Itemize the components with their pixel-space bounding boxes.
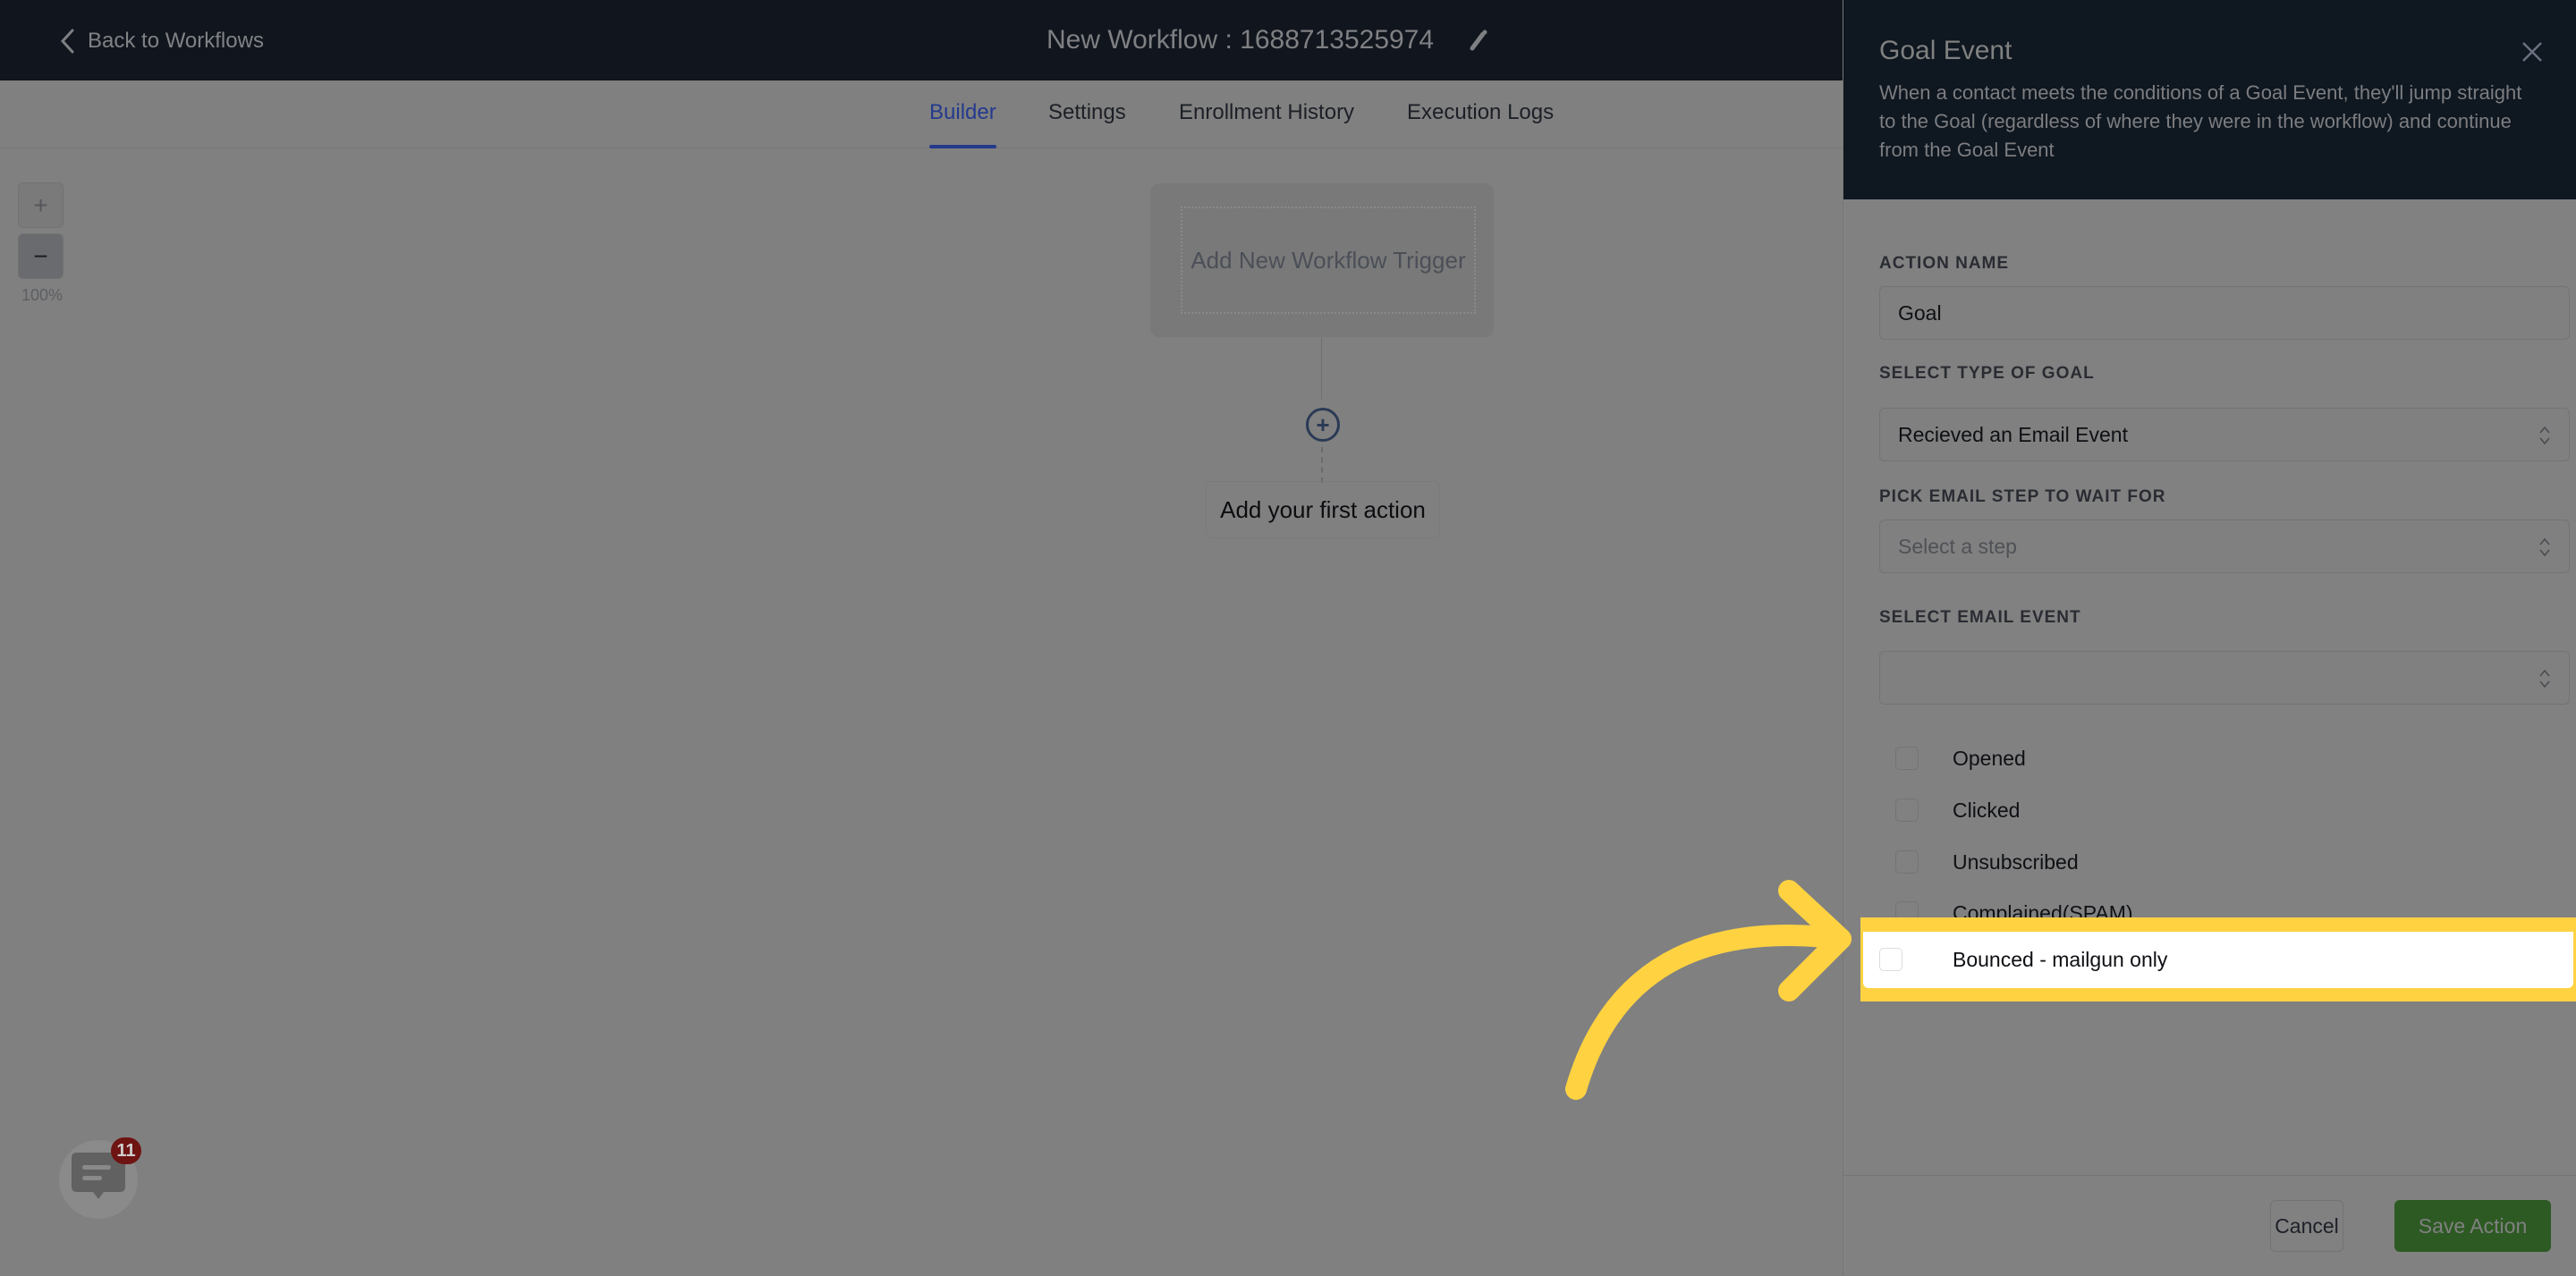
action-name-input[interactable]: Goal [1879, 286, 2570, 340]
chevron-updown-icon [2539, 669, 2550, 689]
cancel-button[interactable]: Cancel [2270, 1200, 2343, 1252]
panel-description: When a contact meets the conditions of a… [1879, 81, 2522, 161]
workflow-title: New Workflow : 1688713525974 [1046, 25, 1435, 55]
chevron-updown-icon [2539, 537, 2550, 557]
checkbox[interactable] [1895, 747, 1919, 770]
connector-line [1321, 337, 1322, 400]
notification-badge: 11 [111, 1137, 141, 1164]
tab-bar: Builder Settings Enrollment History Exec… [0, 80, 1843, 148]
tab-settings[interactable]: Settings [1048, 100, 1126, 145]
email-event-label: SELECT EMAIL EVENT [1879, 608, 2081, 627]
tab-enrollment-history[interactable]: Enrollment History [1179, 100, 1354, 145]
panel-title: Goal Event [1879, 36, 2012, 65]
goal-type-label: SELECT TYPE OF GOAL [1879, 364, 2095, 383]
panel-footer-divider [1843, 1175, 2576, 1176]
option-unsubscribed[interactable]: Unsubscribed [1879, 836, 2570, 888]
back-label: Back to Workflows [88, 29, 264, 53]
chevron-updown-icon [2539, 426, 2550, 445]
checkbox[interactable] [1895, 850, 1919, 874]
panel-header: Goal Event When a contact meets the cond… [1843, 0, 2576, 199]
zoom-in-button[interactable]: + [18, 182, 64, 228]
zoom-out-button[interactable]: − [18, 233, 64, 279]
add-trigger-button[interactable]: Add New Workflow Trigger [1181, 207, 1476, 314]
edit-title-button[interactable] [1467, 27, 1490, 56]
annotation-arrow-icon [1565, 880, 1852, 1100]
back-to-workflows-link[interactable]: Back to Workflows [59, 23, 264, 59]
option-label: Unsubscribed [1953, 849, 2079, 874]
email-step-label: PICK EMAIL STEP TO WAIT FOR [1879, 487, 2166, 506]
checkbox[interactable] [1879, 948, 1902, 971]
option-label: Opened [1953, 746, 2026, 770]
dashed-connector [1321, 447, 1323, 483]
goal-type-select[interactable]: Recieved an Email Event [1879, 408, 2570, 461]
action-name-value: Goal [1898, 300, 1942, 325]
close-panel-button[interactable] [2521, 41, 2543, 67]
close-icon [2522, 42, 2542, 62]
pencil-icon [1470, 30, 1487, 51]
option-opened[interactable]: Opened [1879, 732, 2570, 784]
tab-execution-logs[interactable]: Execution Logs [1407, 100, 1554, 145]
option-clicked[interactable]: Clicked [1879, 784, 2570, 836]
save-action-button[interactable]: Save Action [2394, 1200, 2551, 1252]
option-label: Clicked [1953, 798, 2021, 822]
email-event-select[interactable] [1879, 651, 2570, 705]
add-step-button[interactable]: + [1306, 408, 1340, 442]
goal-event-panel: Goal Event When a contact meets the cond… [1843, 0, 2576, 1276]
email-step-select[interactable]: Select a step [1879, 520, 2570, 573]
tab-builder[interactable]: Builder [929, 100, 996, 148]
zoom-level: 100% [21, 286, 64, 304]
add-first-action-button[interactable]: Add your first action [1206, 481, 1440, 538]
option-bounced-mailgun-only[interactable]: Bounced - mailgun only [1863, 932, 2573, 988]
plus-icon: + [1316, 410, 1330, 438]
action-name-label: ACTION NAME [1879, 254, 2010, 273]
email-step-placeholder: Select a step [1898, 534, 2017, 558]
option-label: Bounced - mailgun only [1953, 948, 2168, 971]
checkbox[interactable] [1895, 799, 1919, 822]
goal-type-value: Recieved an Email Event [1898, 422, 2128, 446]
chevron-left-icon [60, 29, 74, 54]
